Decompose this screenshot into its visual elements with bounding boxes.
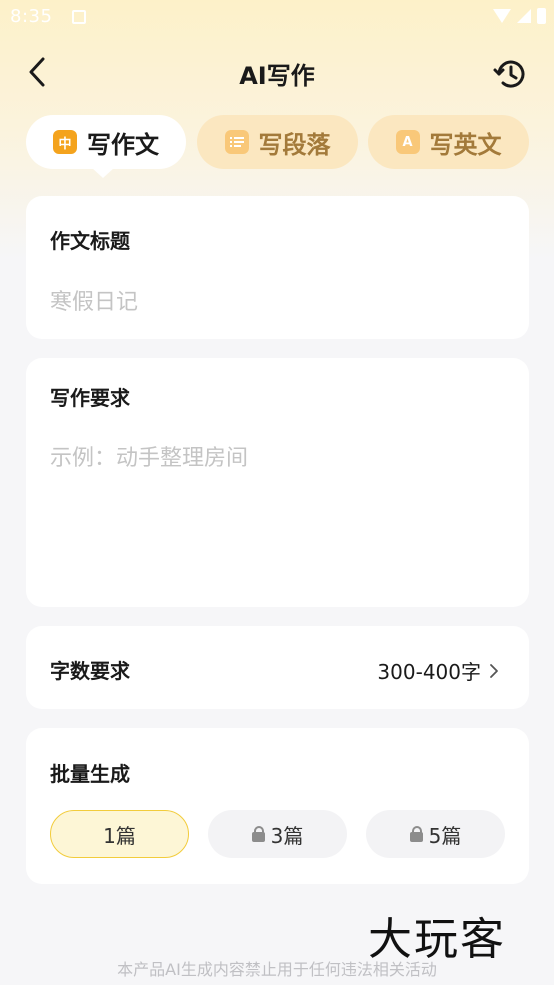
english-icon: A: [395, 130, 420, 154]
batch-option-3[interactable]: 3篇: [208, 810, 347, 858]
status-time: 8:35: [10, 6, 53, 27]
disclaimer-text: 本产品AI生成内容禁止用于任何违法相关活动: [117, 960, 437, 979]
word-count-label: 字数要求: [50, 659, 130, 683]
batch-card: 批量生成 1篇 3篇 5篇: [26, 728, 529, 884]
word-count-value: 300-400字: [377, 660, 481, 684]
status-icons: [493, 8, 546, 24]
page-title: AI写作: [239, 62, 315, 90]
requirements-card: 写作要求 示例：动手整理房间: [26, 358, 529, 607]
requirements-label: 写作要求: [50, 386, 130, 410]
paragraph-list-icon: [224, 130, 249, 154]
essay-title-card: 作文标题 寒假日记: [26, 196, 529, 339]
word-count-value-wrap: 300-400字: [377, 656, 499, 685]
battery-icon: [537, 8, 546, 24]
batch-option-label: 3篇: [270, 823, 304, 848]
batch-option-label: 1篇: [103, 823, 136, 848]
wifi-icon: [493, 9, 511, 23]
history-button[interactable]: [490, 54, 530, 94]
chevron-right-icon: [490, 663, 498, 678]
lock-icon: [409, 826, 423, 842]
tab-label: 写段落: [258, 130, 331, 159]
batch-label: 批量生成: [50, 762, 130, 786]
chinese-essay-icon: 中: [53, 130, 77, 154]
history-icon: [493, 60, 525, 88]
tab-write-paragraph[interactable]: 写段落: [197, 115, 358, 169]
batch-option-label: 5篇: [428, 823, 462, 848]
cellular-icon: [517, 9, 531, 23]
batch-option-1[interactable]: 1篇: [50, 810, 189, 858]
requirements-input[interactable]: 示例：动手整理房间: [50, 440, 248, 472]
tab-label: 写英文: [429, 130, 502, 159]
essay-title-input[interactable]: 寒假日记: [50, 284, 138, 316]
lock-icon: [251, 826, 265, 842]
tab-label: 写作文: [87, 130, 159, 159]
word-count-row[interactable]: 字数要求 300-400字: [26, 626, 529, 709]
essay-title-label: 作文标题: [50, 229, 130, 253]
tab-write-essay[interactable]: 中 写作文: [26, 115, 186, 178]
batch-option-5[interactable]: 5篇: [366, 810, 505, 858]
notification-icon: [72, 10, 86, 24]
tab-write-english[interactable]: A 写英文: [368, 115, 529, 169]
